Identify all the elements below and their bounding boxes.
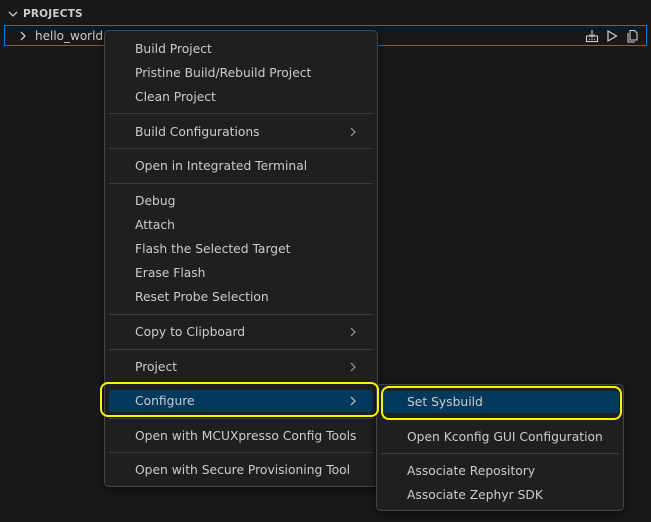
- menu-item-label: Pristine Build/Rebuild Project: [135, 66, 312, 80]
- menu-item-label: Flash the Selected Target: [135, 242, 291, 256]
- context-menu: Build Project Pristine Build/Rebuild Pro…: [104, 30, 378, 487]
- menu-item-flash-target[interactable]: Flash the Selected Target: [109, 238, 373, 260]
- menu-item-configure[interactable]: Configure: [109, 390, 373, 412]
- menu-item-label: Associate Repository: [407, 464, 536, 478]
- menu-separator: [109, 314, 373, 315]
- menu-item-pristine-build[interactable]: Pristine Build/Rebuild Project: [109, 62, 373, 84]
- menu-item-label: Debug: [135, 194, 176, 208]
- menu-item-erase-flash[interactable]: Erase Flash: [109, 262, 373, 284]
- menu-separator: [109, 148, 373, 149]
- menu-item-build-project[interactable]: Build Project: [109, 38, 373, 60]
- menu-separator: [381, 418, 619, 419]
- menu-item-project[interactable]: Project: [109, 356, 373, 378]
- import-icon[interactable]: [584, 28, 600, 44]
- menu-item-label: Reset Probe Selection: [135, 290, 269, 304]
- projects-panel: PROJECTS hello_world Build Project Prist…: [0, 0, 651, 522]
- menu-item-open-terminal[interactable]: Open in Integrated Terminal: [109, 155, 373, 177]
- menu-item-label: Open in Integrated Terminal: [135, 159, 308, 173]
- chevron-down-icon: [5, 6, 21, 22]
- menu-separator: [109, 349, 373, 350]
- project-row-actions: [584, 28, 640, 44]
- menu-item-copy-clipboard[interactable]: Copy to Clipboard: [109, 321, 373, 343]
- menu-separator: [109, 183, 373, 184]
- submenu-item-open-kconfig[interactable]: Open Kconfig GUI Configuration: [381, 426, 619, 448]
- menu-item-label: Clean Project: [135, 90, 216, 104]
- menu-item-label: Configure: [135, 394, 195, 408]
- menu-item-label: Open with MCUXpresso Config Tools: [135, 429, 357, 443]
- menu-item-attach[interactable]: Attach: [109, 214, 373, 236]
- chevron-right-icon: [347, 359, 359, 375]
- menu-item-label: Project: [135, 360, 178, 374]
- menu-separator: [381, 453, 619, 454]
- menu-item-open-mcuxpresso[interactable]: Open with MCUXpresso Config Tools: [109, 425, 373, 447]
- menu-item-label: Open with Secure Provisioning Tool: [135, 463, 351, 477]
- configure-submenu: Set Sysbuild Open Kconfig GUI Configurat…: [376, 384, 624, 511]
- menu-item-label: Set Sysbuild: [407, 395, 483, 409]
- menu-item-label: Attach: [135, 218, 175, 232]
- copy-icon[interactable]: [624, 28, 640, 44]
- menu-item-build-configurations[interactable]: Build Configurations: [109, 121, 373, 143]
- submenu-item-set-sysbuild[interactable]: Set Sysbuild: [381, 391, 619, 413]
- chevron-right-icon: [347, 393, 359, 409]
- menu-separator: [109, 418, 373, 419]
- menu-item-label: Copy to Clipboard: [135, 325, 246, 339]
- submenu-item-associate-repository[interactable]: Associate Repository: [381, 460, 619, 482]
- menu-separator: [109, 113, 373, 114]
- menu-item-label: Build Configurations: [135, 125, 260, 139]
- menu-separator: [109, 452, 373, 453]
- menu-item-label: Build Project: [135, 42, 212, 56]
- menu-item-label: Erase Flash: [135, 266, 206, 280]
- section-title: PROJECTS: [23, 8, 83, 20]
- menu-item-open-secure-provisioning[interactable]: Open with Secure Provisioning Tool: [109, 459, 373, 481]
- menu-item-reset-probe[interactable]: Reset Probe Selection: [109, 286, 373, 308]
- chevron-right-icon[interactable]: [15, 28, 31, 44]
- menu-item-debug[interactable]: Debug: [109, 190, 373, 212]
- run-icon[interactable]: [604, 28, 620, 44]
- projects-section-header[interactable]: PROJECTS: [0, 4, 651, 24]
- chevron-right-icon: [347, 324, 359, 340]
- menu-item-label: Associate Zephyr SDK: [407, 488, 543, 502]
- menu-item-label: Open Kconfig GUI Configuration: [407, 430, 603, 444]
- project-name: hello_world: [35, 28, 104, 43]
- menu-separator: [109, 383, 373, 384]
- chevron-right-icon: [347, 124, 359, 140]
- menu-item-clean-project[interactable]: Clean Project: [109, 86, 373, 108]
- submenu-item-associate-zephyr-sdk[interactable]: Associate Zephyr SDK: [381, 484, 619, 506]
